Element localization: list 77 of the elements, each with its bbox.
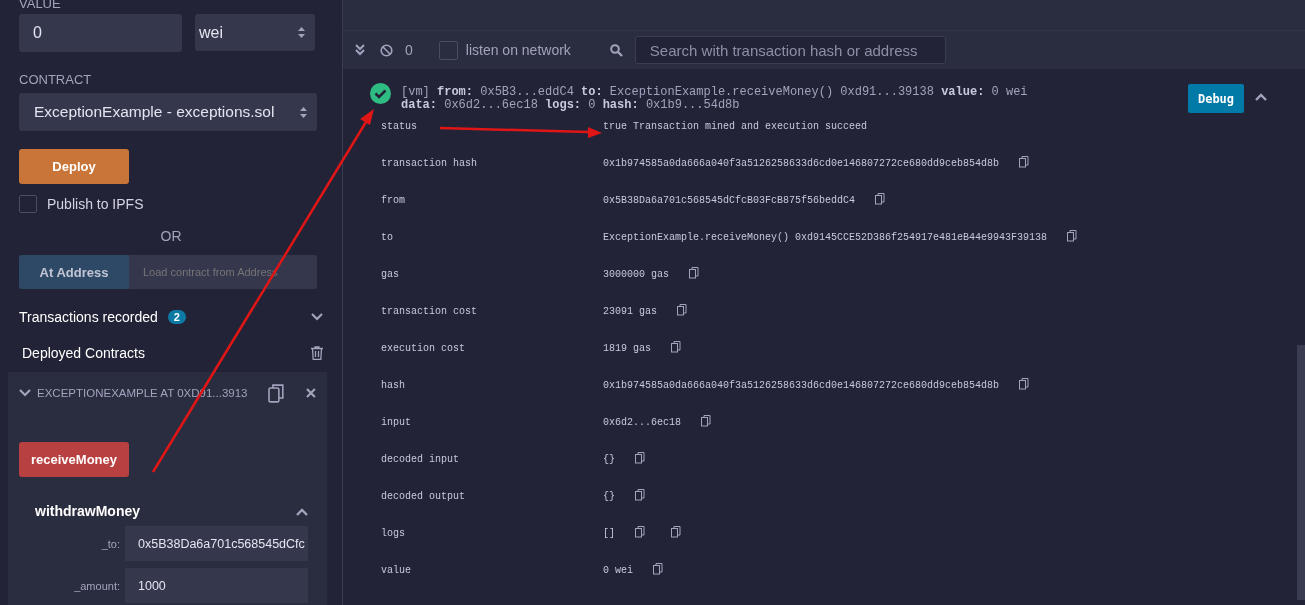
at-address-button[interactable]: At Address bbox=[19, 255, 129, 289]
log-field-label: from bbox=[380, 195, 406, 206]
copy-icon[interactable] bbox=[635, 452, 645, 464]
transaction-summary: data: 0x6d2...6ec18 logs: 0 hash: 0x1b9...54d8b bbox=[401, 99, 741, 112]
log-field-value: ExceptionExample.receiveMoney() 0xd9145CCE52D386f254917e481eB44e9943F39138 bbox=[603, 232, 1048, 243]
copy-icon[interactable] bbox=[671, 526, 681, 538]
log-field-label: gas bbox=[380, 269, 400, 280]
checkbox-label: Publish to IPFS bbox=[47, 196, 144, 212]
param-input[interactable]: 0x5B38Da6a701c568545dCfc bbox=[125, 526, 308, 561]
param-input[interactable]: 1000 bbox=[125, 568, 308, 603]
debug-button[interactable]: Debug bbox=[1188, 84, 1244, 113]
function-button[interactable]: receiveMoney bbox=[19, 442, 129, 477]
section-title[interactable]: Transactions recorded bbox=[19, 309, 158, 325]
log-field-value: 0x1b974585a0da666a040f3a5126258633d6cd0e146807272ce680dd9ceb854d8b bbox=[603, 380, 1000, 391]
spinner-arrows-icon bbox=[298, 26, 305, 39]
log-field-value: {} bbox=[603, 491, 615, 502]
unit-select[interactable]: wei bbox=[195, 14, 315, 51]
log-field-value: 0x1b974585a0da666a040f3a5126258633d6cd0e146807272ce680dd9ceb854d8b bbox=[603, 158, 1000, 169]
log-field-value: 0x6d2...6ec18 bbox=[603, 417, 681, 428]
field-label: CONTRACT bbox=[19, 72, 93, 87]
log-field-label: hash bbox=[380, 380, 406, 391]
search-icon[interactable] bbox=[609, 43, 623, 57]
param-label: _amount: bbox=[73, 579, 120, 592]
log-field-label: transaction hash bbox=[380, 158, 478, 169]
checkbox[interactable] bbox=[438, 40, 458, 60]
copy-icon[interactable] bbox=[701, 415, 711, 427]
collapse-icon[interactable] bbox=[19, 389, 31, 397]
param-label: _to: bbox=[100, 537, 120, 550]
section-title: Deployed Contracts bbox=[22, 345, 145, 361]
copy-icon[interactable] bbox=[268, 383, 285, 403]
log-field-label: decoded input bbox=[380, 454, 460, 465]
copy-icon[interactable] bbox=[635, 489, 645, 501]
collapse-icon[interactable] bbox=[296, 508, 308, 516]
transaction-summary: [vm] from: 0x5B3...eddC4 to: ExceptionExample.receiveMoney() 0xd91...39138 value: 0 wei bbox=[401, 86, 1028, 99]
spinner-arrows-icon bbox=[300, 105, 307, 119]
function-title: withdrawMoney bbox=[35, 503, 140, 519]
search-field[interactable]: Search with transaction hash or address bbox=[634, 36, 946, 64]
log-field-value: 23091 gas bbox=[603, 306, 657, 317]
log-field-label: value bbox=[380, 565, 412, 576]
copy-icon[interactable] bbox=[1019, 156, 1030, 168]
log-field-value: 0x5B38Da6a701c568545dCfcB03FcB875f56beddC4 bbox=[603, 195, 856, 206]
log-field-label: input bbox=[380, 417, 412, 428]
expand-icon[interactable] bbox=[311, 313, 323, 321]
copy-icon[interactable] bbox=[653, 563, 663, 575]
log-field-value: true Transaction mined and execution succeed bbox=[603, 121, 868, 132]
trash-icon[interactable] bbox=[311, 346, 323, 360]
block-icon[interactable] bbox=[380, 43, 393, 57]
copy-icon[interactable] bbox=[1067, 230, 1078, 242]
value-input[interactable]: 0 bbox=[19, 14, 182, 52]
log-field-value: 0 wei bbox=[603, 565, 633, 576]
collapse-icon[interactable] bbox=[1255, 93, 1267, 101]
copy-icon[interactable] bbox=[689, 267, 699, 279]
contract-select[interactable]: ExceptionExample - exceptions.sol bbox=[19, 93, 317, 131]
log-field-label: transaction cost bbox=[380, 306, 478, 317]
checkbox[interactable] bbox=[19, 195, 37, 213]
log-field-value: 3000000 gas bbox=[603, 269, 669, 280]
log-field-value: 1819 gas bbox=[603, 343, 651, 354]
pending-count: 0 bbox=[405, 42, 413, 58]
count-badge: 2 bbox=[167, 310, 186, 324]
close-icon[interactable] bbox=[306, 388, 316, 398]
double-chevron-icon[interactable] bbox=[355, 44, 365, 56]
copy-icon[interactable] bbox=[677, 304, 687, 316]
or-label: OR bbox=[160, 228, 182, 244]
copy-icon[interactable] bbox=[671, 341, 681, 353]
log-field-label: decoded output bbox=[380, 491, 466, 502]
log-field-value: [] bbox=[603, 528, 615, 539]
copy-icon[interactable] bbox=[1019, 378, 1030, 390]
log-field-value: {} bbox=[603, 454, 615, 465]
log-field-label: execution cost bbox=[380, 343, 466, 354]
log-field-label: to bbox=[380, 232, 394, 243]
log-field-label: status bbox=[380, 121, 418, 132]
scrollbar[interactable] bbox=[1297, 345, 1305, 600]
copy-icon[interactable] bbox=[635, 526, 645, 538]
success-check-icon bbox=[370, 83, 391, 104]
copy-icon[interactable] bbox=[875, 193, 886, 205]
log-field-label: logs bbox=[380, 528, 406, 539]
checkbox-label: listen on network bbox=[465, 42, 571, 58]
